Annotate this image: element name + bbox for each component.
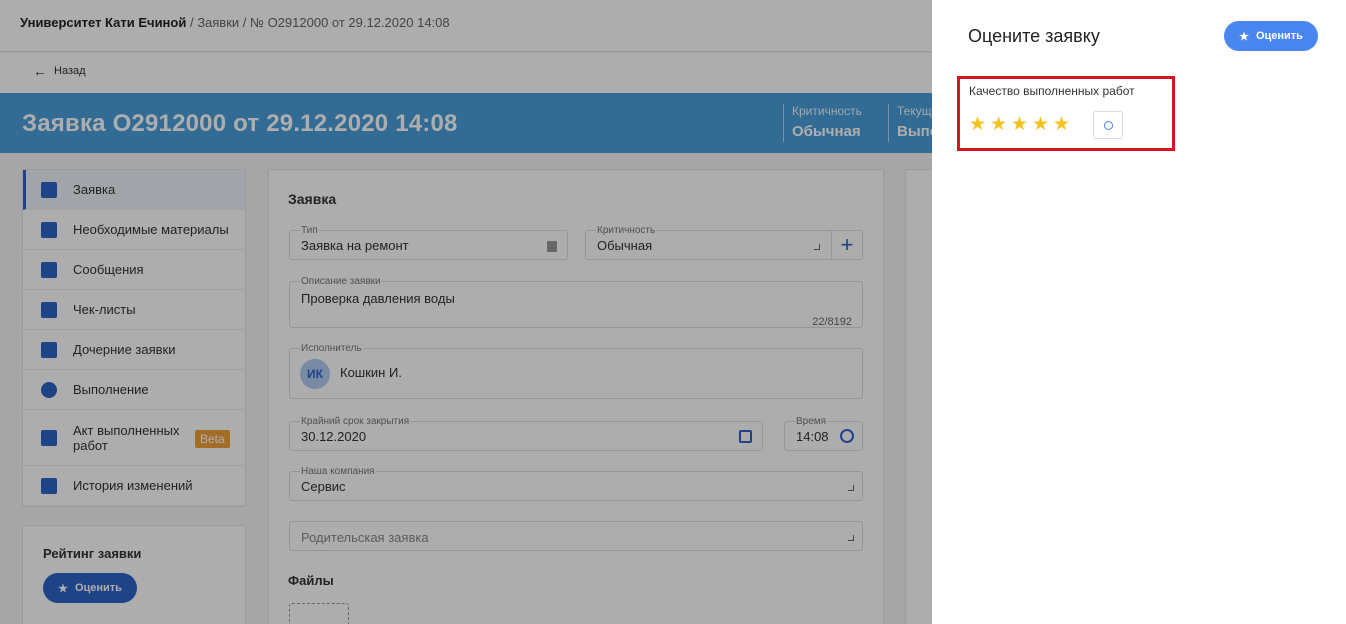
star-rating[interactable]: ★ ★ ★ ★ ★ [969, 115, 1070, 134]
star-icon: ★ [1239, 30, 1249, 43]
quality-rating-block: Качество выполненных работ ★ ★ ★ ★ ★ [957, 76, 1175, 151]
comment-button[interactable] [1093, 111, 1123, 139]
quality-label: Качество выполненных работ [969, 84, 1135, 98]
star-icon[interactable]: ★ [1011, 115, 1028, 134]
rate-button[interactable]: ★ Оценить [1224, 21, 1318, 51]
modal-overlay[interactable] [0, 0, 932, 624]
rating-panel: Оцените заявку ★ Оценить Качество выполне… [932, 0, 1346, 624]
star-icon[interactable]: ★ [1032, 115, 1049, 134]
star-icon[interactable]: ★ [969, 115, 986, 134]
star-icon[interactable]: ★ [990, 115, 1007, 134]
panel-title: Оцените заявку [968, 26, 1100, 46]
star-icon[interactable]: ★ [1053, 115, 1070, 134]
comment-icon [1104, 121, 1113, 130]
rate-button-label: Оценить [1255, 30, 1303, 42]
